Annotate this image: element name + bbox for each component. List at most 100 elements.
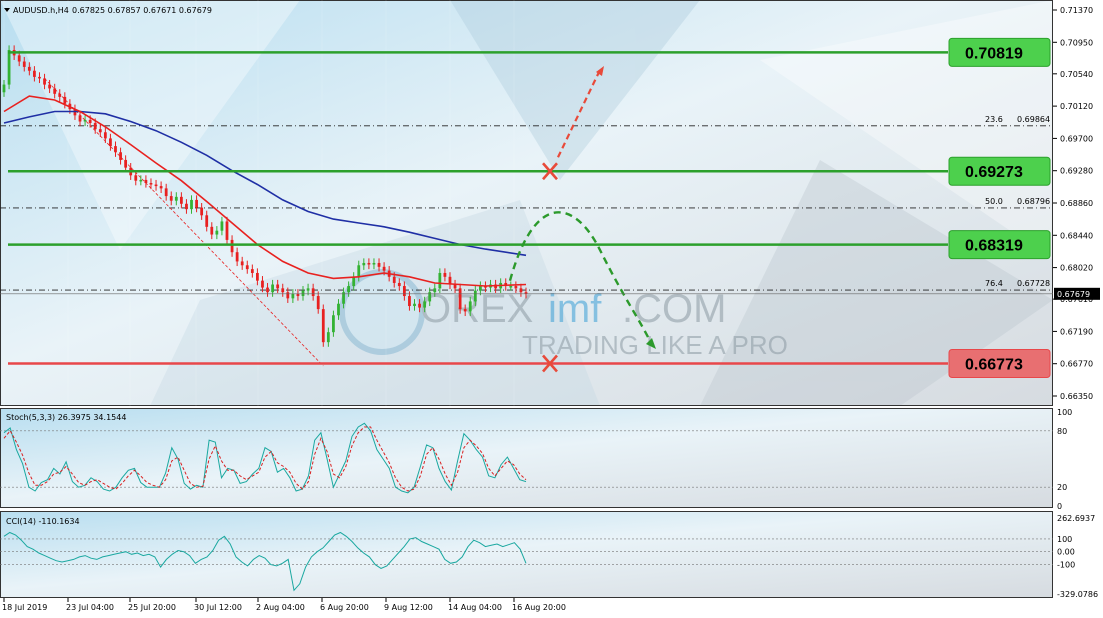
candle-body xyxy=(463,309,467,312)
candle-body xyxy=(266,287,269,293)
candle-body xyxy=(220,221,224,231)
candle-body xyxy=(245,265,249,270)
candle-body xyxy=(38,76,41,79)
candle-body xyxy=(195,199,198,208)
candle-body xyxy=(423,301,427,308)
candle-body xyxy=(103,132,107,139)
candle-body xyxy=(458,288,462,310)
candle-body xyxy=(453,284,457,289)
header-ohlc: 0.67825 0.67857 0.67671 0.67679 xyxy=(72,6,212,15)
candle-body xyxy=(179,196,183,204)
fib-value-label: 0.69864 xyxy=(1017,115,1050,124)
candle-body xyxy=(332,315,335,333)
candle-body xyxy=(22,61,26,67)
candle-body xyxy=(154,184,158,187)
candle-body xyxy=(281,288,285,293)
candle-body xyxy=(200,207,204,216)
fib-value-label: 0.67728 xyxy=(1017,279,1050,288)
candle-body xyxy=(514,286,518,289)
candle-body xyxy=(408,296,411,307)
candle-body xyxy=(164,188,168,197)
candle-body xyxy=(438,272,442,289)
y-axis-tick-label: 0.70540 xyxy=(1060,70,1093,79)
candle-body xyxy=(159,186,163,189)
candle-body xyxy=(519,288,523,293)
x-axis-tick-label: 18 Jul 2019 xyxy=(2,603,47,612)
candle-body xyxy=(27,66,31,71)
candle-body xyxy=(210,226,214,235)
candle-body xyxy=(397,282,401,287)
candle-body xyxy=(291,293,295,299)
y-axis-tick-label: 0.66350 xyxy=(1060,392,1093,401)
candle-body xyxy=(382,266,386,271)
candle-body xyxy=(271,284,274,293)
candle-body xyxy=(98,129,102,133)
cci-axis-label: 0.00 xyxy=(1057,548,1075,557)
candle-body xyxy=(413,303,416,307)
candle-body xyxy=(53,88,57,94)
candle-body xyxy=(2,84,6,93)
y-axis-tick-label: 0.68860 xyxy=(1060,199,1093,208)
level-label: 0.66773 xyxy=(965,356,1023,373)
cci-panel-bg xyxy=(0,511,1053,598)
current-price-label: 0.67679 xyxy=(1057,290,1090,299)
cci-title: CCI(14) -110.1634 xyxy=(6,517,80,526)
candle-body xyxy=(256,272,259,281)
candle-body xyxy=(418,303,421,308)
x-axis-tick-label: 25 Jul 20:00 xyxy=(128,603,176,612)
candle-body xyxy=(215,230,219,235)
y-axis-tick-label: 0.70950 xyxy=(1060,38,1093,47)
y-axis-tick-label: 0.66770 xyxy=(1060,360,1093,369)
candle-body xyxy=(468,301,472,312)
candle-body xyxy=(524,292,528,294)
candle-body xyxy=(372,262,376,265)
candle-body xyxy=(174,196,178,201)
fib-value-label: 0.68796 xyxy=(1017,197,1050,206)
y-axis-tick-label: 0.70120 xyxy=(1060,102,1093,111)
candle-body xyxy=(367,262,371,265)
candle-body xyxy=(509,286,513,288)
x-axis-tick-label: 23 Jul 04:00 xyxy=(66,603,114,612)
stoch-axis-label: 100 xyxy=(1057,408,1072,417)
candle-body xyxy=(225,221,229,240)
header-symbol: AUDUSD.h,H4 xyxy=(13,6,69,15)
candle-body xyxy=(377,262,381,267)
stoch-axis-label: 20 xyxy=(1057,483,1067,492)
y-axis-tick-label: 0.67190 xyxy=(1060,327,1093,336)
candle-body xyxy=(240,261,244,266)
candle-body xyxy=(230,239,234,253)
candle-body xyxy=(7,49,11,85)
y-axis-tick-label: 0.69280 xyxy=(1060,167,1093,176)
y-axis-tick-label: 0.68440 xyxy=(1060,231,1093,240)
cci-axis-label: -100 xyxy=(1057,561,1075,570)
candle-body xyxy=(190,199,193,210)
candle-body xyxy=(149,183,153,185)
fib-ratio-label: 50.0 xyxy=(985,197,1003,206)
candle-body xyxy=(17,55,21,62)
candle-body xyxy=(286,292,290,299)
watermark-tagline: TRADING LIKE A PRO xyxy=(522,330,788,360)
cci-axis-label: -329.0786 xyxy=(1057,590,1098,599)
candle-body xyxy=(139,179,143,182)
candle-body xyxy=(326,332,330,343)
candle-body xyxy=(205,215,209,227)
chart-header: AUDUSD.h,H4 0.67825 0.67857 0.67671 0.67… xyxy=(4,6,212,15)
stoch-panel-bg xyxy=(0,408,1053,508)
x-axis-tick-label: 14 Aug 04:00 xyxy=(448,603,502,612)
y-axis-tick-label: 0.71370 xyxy=(1060,6,1093,15)
candle-body xyxy=(276,284,280,289)
y-axis-tick-label: 0.68020 xyxy=(1060,264,1093,273)
level-label: 0.70819 xyxy=(965,45,1023,62)
candle-body xyxy=(478,286,482,291)
chart-canvas: OREX imf .COM TRADING LIKE A PRO 23.6 0.6… xyxy=(0,0,1100,612)
candle-body xyxy=(261,280,264,288)
x-axis-tick-label: 30 Jul 12:00 xyxy=(194,603,242,612)
x-axis-tick-label: 6 Aug 20:00 xyxy=(320,603,369,612)
fib-ratio-label: 76.4 xyxy=(985,279,1003,288)
candle-body xyxy=(93,123,97,130)
candle-body xyxy=(48,84,52,89)
x-axis-tick-label: 9 Aug 12:00 xyxy=(384,603,433,612)
candle-body xyxy=(33,70,36,77)
candle-body xyxy=(83,119,87,122)
candle-body xyxy=(352,276,356,287)
